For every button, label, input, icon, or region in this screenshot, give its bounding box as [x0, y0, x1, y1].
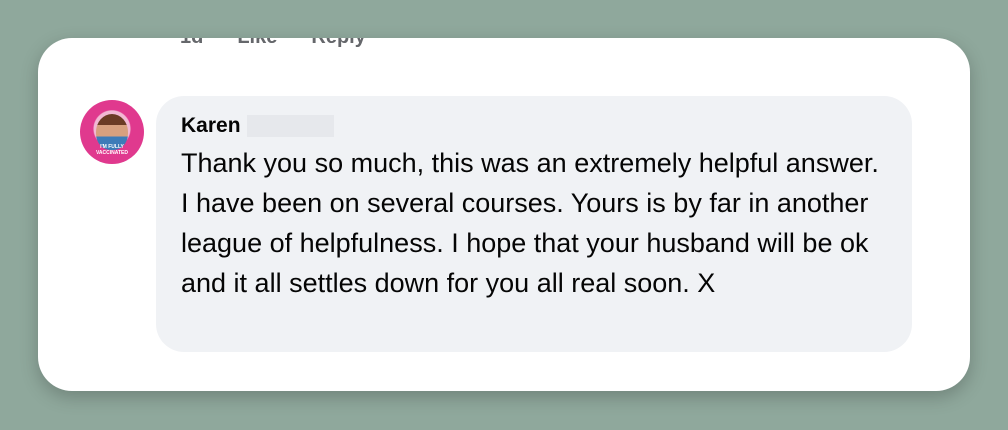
comment-card: 1d Like Reply I'M FULLY VACCINATED Karen…	[38, 38, 970, 391]
reply-link[interactable]: Reply	[311, 38, 365, 52]
previous-comment-actions: 1d Like Reply	[180, 38, 366, 52]
avatar[interactable]: I'M FULLY VACCINATED	[80, 100, 144, 164]
comment-author-name[interactable]: Karen	[181, 114, 241, 138]
avatar-badge-text: I'M FULLY VACCINATED	[95, 144, 129, 156]
comment-author-row: Karen	[181, 114, 334, 138]
redacted-surname	[246, 115, 334, 137]
comment-text: Thank you so much, this was an extremely…	[181, 148, 879, 298]
comment-timestamp[interactable]: 1d	[180, 38, 203, 52]
like-link[interactable]: Like	[237, 38, 277, 52]
comment-bubble: Karen Thank you so much, this was an ext…	[156, 96, 912, 352]
